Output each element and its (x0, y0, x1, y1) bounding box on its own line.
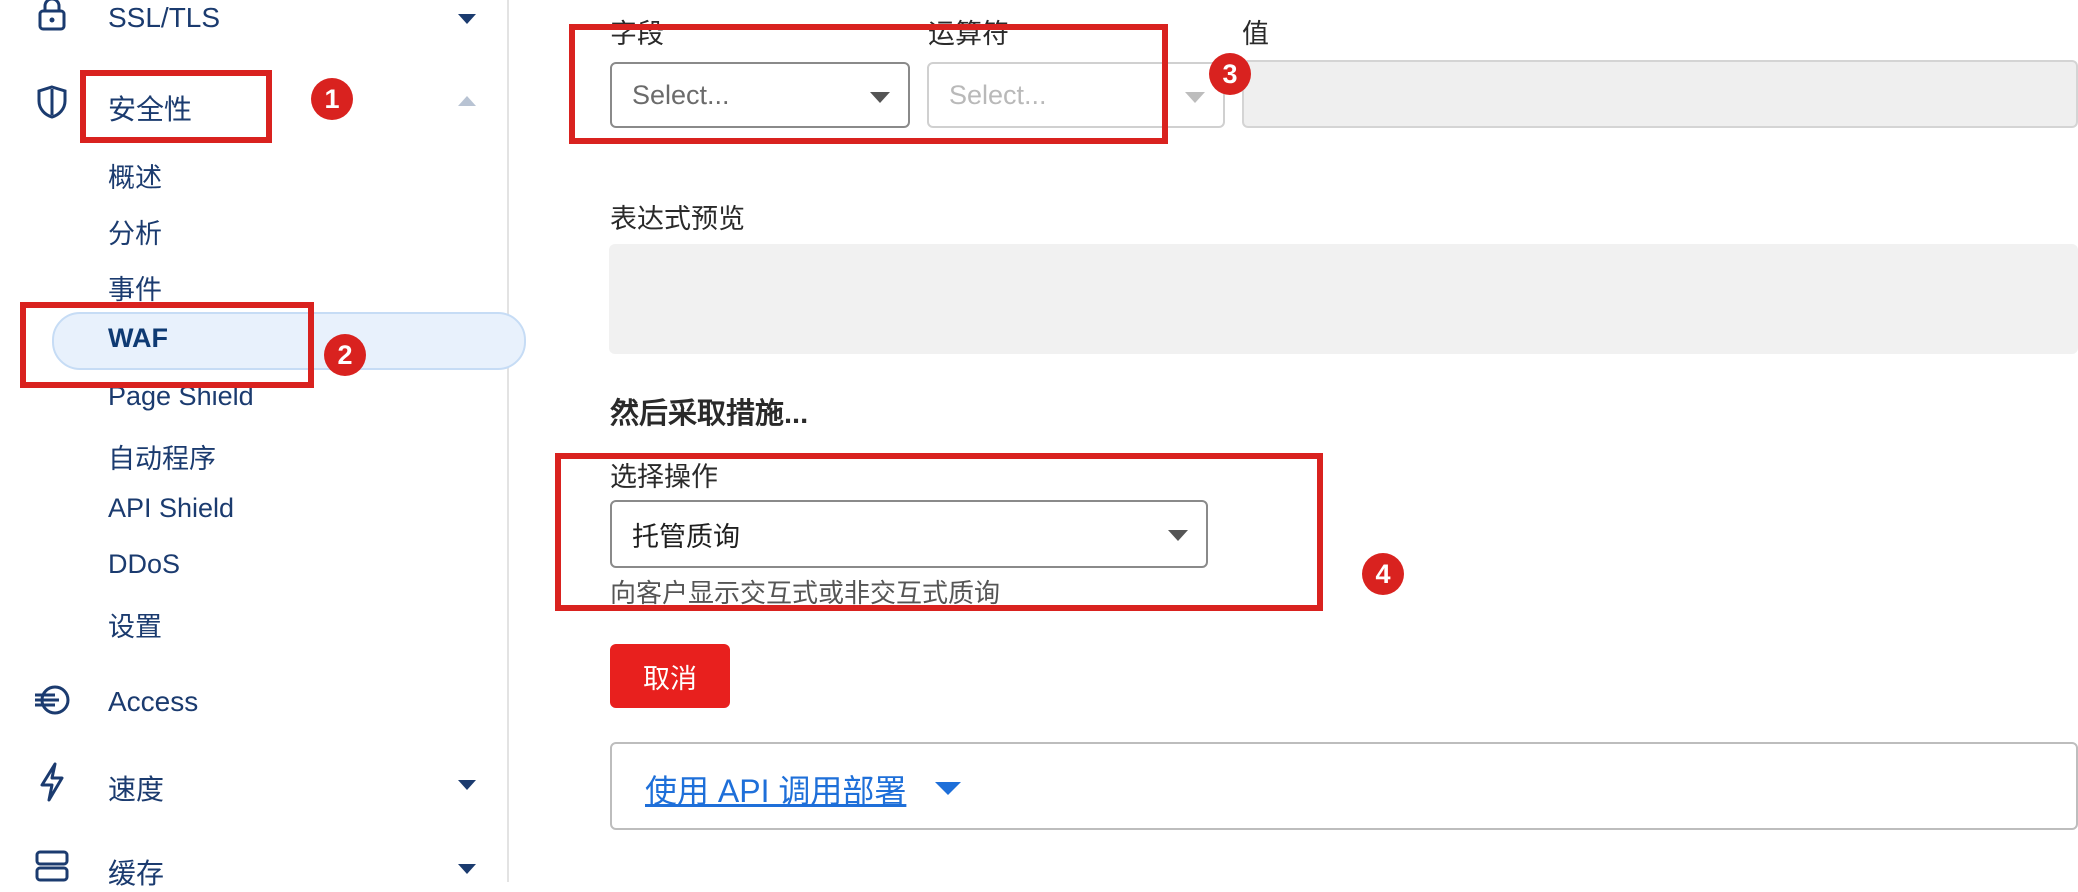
value-input[interactable] (1242, 60, 2078, 128)
annotation-badge-2: 2 (324, 334, 366, 376)
expression-preview (609, 244, 2078, 354)
sidebar-item-bots[interactable]: 自动程序 (108, 437, 216, 476)
chevron-down-icon[interactable] (458, 864, 476, 874)
caret-down-icon[interactable] (935, 782, 961, 795)
nav-speed-label: 速度 (108, 774, 165, 805)
annotation-badge-1: 1 (311, 78, 353, 120)
annotation-badge-3: 3 (1209, 53, 1251, 95)
server-stack-icon (32, 846, 72, 886)
sidebar-item-settings[interactable]: 设置 (108, 605, 162, 644)
nav-access[interactable]: Access (0, 680, 507, 720)
api-deploy-panel[interactable]: 使用 API 调用部署 (610, 742, 2078, 830)
value-label: 值 (1242, 19, 1269, 49)
lightning-icon (32, 762, 72, 802)
chevron-down-icon[interactable] (458, 14, 476, 24)
nav-ssl-tls-label: SSL/TLS (108, 2, 221, 33)
chevron-up-icon[interactable] (458, 96, 476, 106)
cancel-button[interactable]: 取消 (610, 644, 730, 708)
annotation-box-1 (80, 70, 272, 143)
annotation-box-4 (555, 453, 1323, 611)
annotation-badge-4: 4 (1362, 553, 1404, 595)
nav-access-label: Access (108, 686, 199, 717)
nav-cache[interactable]: 缓存 (0, 846, 507, 889)
sidebar-item-analytics[interactable]: 分析 (108, 212, 162, 251)
expression-preview-label: 表达式预览 (610, 204, 745, 234)
nav-cache-label: 缓存 (108, 858, 165, 889)
sidebar-item-overview[interactable]: 概述 (108, 156, 162, 195)
nav-ssl-tls[interactable]: SSL/TLS (0, 0, 507, 40)
api-deploy-link[interactable]: 使用 API 调用部署 (645, 766, 906, 812)
sidebar-item-ddos[interactable]: DDoS (108, 549, 180, 580)
lock-icon (32, 0, 72, 34)
sidebar-item-api-shield[interactable]: API Shield (108, 493, 234, 524)
access-icon (32, 680, 72, 720)
nav-speed[interactable]: 速度 (0, 762, 507, 805)
annotation-box-2 (20, 302, 314, 388)
dropdown-caret-icon (1185, 92, 1205, 103)
action-section-title: 然后采取措施... (610, 398, 809, 430)
chevron-down-icon[interactable] (458, 780, 476, 790)
annotation-box-3 (569, 24, 1168, 144)
shield-icon (32, 82, 72, 122)
